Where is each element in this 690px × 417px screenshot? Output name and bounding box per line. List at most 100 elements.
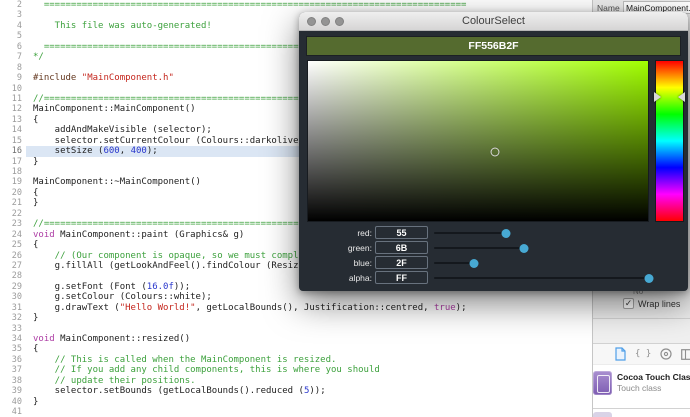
line-number[interactable]: 20 bbox=[0, 188, 22, 198]
saturation-brightness-picker[interactable] bbox=[307, 60, 649, 222]
code-line[interactable]: 39 selector.setBounds (getLocalBounds().… bbox=[0, 386, 592, 396]
slider-thumb[interactable] bbox=[519, 243, 529, 253]
line-number[interactable]: 4 bbox=[0, 21, 22, 31]
line-number[interactable]: 14 bbox=[0, 125, 22, 135]
line-number[interactable]: 16 bbox=[0, 146, 22, 156]
line-number[interactable]: 27 bbox=[0, 261, 22, 271]
line-number[interactable]: 29 bbox=[0, 282, 22, 292]
line-number[interactable]: 26 bbox=[0, 251, 22, 261]
code-snippet-icon[interactable]: { } bbox=[635, 349, 651, 359]
window-titlebar[interactable]: ColourSelect bbox=[299, 12, 688, 31]
code-line[interactable]: 38 // update their positions. bbox=[0, 376, 592, 386]
red-slider-row: red: 55 bbox=[299, 226, 688, 239]
code-line[interactable]: 41 bbox=[0, 407, 592, 417]
line-number[interactable]: 33 bbox=[0, 324, 22, 334]
library-tab-bar: { } bbox=[593, 344, 690, 364]
slider-track[interactable] bbox=[434, 243, 649, 253]
code-text: } bbox=[33, 313, 39, 324]
line-number[interactable]: 37 bbox=[0, 365, 22, 375]
code-line[interactable]: 34 void MainComponent::resized() bbox=[0, 334, 592, 344]
code-line[interactable]: 37 // If you add any child components, t… bbox=[0, 365, 592, 375]
line-number[interactable]: 21 bbox=[0, 198, 22, 208]
line-number[interactable]: 24 bbox=[0, 230, 22, 240]
code-text: { bbox=[33, 344, 39, 355]
code-line[interactable]: 35 { bbox=[0, 344, 592, 354]
line-number[interactable]: 25 bbox=[0, 240, 22, 250]
slider-value-box[interactable]: 2F bbox=[375, 256, 428, 269]
code-line[interactable]: 31 g.drawText ("Hello World!", getLocalB… bbox=[0, 303, 592, 313]
line-number[interactable]: 40 bbox=[0, 397, 22, 407]
divider bbox=[593, 408, 690, 409]
slider-thumb[interactable] bbox=[501, 228, 511, 238]
code-text: void MainComponent::resized() bbox=[33, 334, 191, 344]
panel-section bbox=[593, 319, 690, 343]
line-number[interactable]: 41 bbox=[0, 407, 22, 417]
line-number[interactable]: 8 bbox=[0, 63, 22, 73]
line-number[interactable]: 17 bbox=[0, 157, 22, 167]
hue-marker-right[interactable] bbox=[678, 92, 685, 103]
line-number[interactable]: 30 bbox=[0, 292, 22, 302]
layout-icon[interactable] bbox=[681, 348, 690, 360]
line-number[interactable]: 15 bbox=[0, 136, 22, 146]
slider-track[interactable] bbox=[434, 258, 649, 268]
code-line[interactable]: 33 bbox=[0, 324, 592, 334]
wrap-lines-checkbox[interactable]: ✓ bbox=[623, 298, 634, 309]
media-icon[interactable] bbox=[660, 348, 672, 360]
wrap-lines-setting: ✓ Wrap lines bbox=[623, 297, 680, 310]
code-line[interactable]: 2 ======================================… bbox=[0, 0, 592, 10]
slider-thumb[interactable] bbox=[644, 273, 654, 283]
code-text: g.drawText ("Hello World!", getLocalBoun… bbox=[33, 302, 467, 313]
line-number[interactable]: 13 bbox=[0, 115, 22, 125]
line-number[interactable]: 32 bbox=[0, 313, 22, 323]
line-number[interactable]: 36 bbox=[0, 355, 22, 365]
blue-slider-row: blue: 2F bbox=[299, 256, 688, 269]
line-number[interactable]: 5 bbox=[0, 31, 22, 41]
line-number[interactable]: 23 bbox=[0, 219, 22, 229]
line-number[interactable]: 19 bbox=[0, 177, 22, 187]
line-number[interactable]: 28 bbox=[0, 271, 22, 281]
line-number[interactable]: 22 bbox=[0, 209, 22, 219]
line-number[interactable]: 2 bbox=[0, 0, 22, 10]
slider-value-box[interactable]: 6B bbox=[375, 241, 428, 254]
slider-track[interactable] bbox=[434, 273, 654, 283]
code-line[interactable]: 40} bbox=[0, 397, 592, 407]
colour-hex-value[interactable]: FF556B2F bbox=[468, 40, 518, 52]
line-number[interactable]: 6 bbox=[0, 42, 22, 52]
hue-marker-left[interactable] bbox=[654, 92, 661, 103]
file-template-icon[interactable] bbox=[615, 347, 626, 361]
code-line[interactable]: 30 g.setColour (Colours::white); bbox=[0, 292, 592, 302]
alpha-slider-row: alpha: FF bbox=[299, 271, 688, 284]
slider-fill bbox=[434, 247, 525, 249]
line-number[interactable]: 39 bbox=[0, 386, 22, 396]
line-number[interactable]: 9 bbox=[0, 73, 22, 83]
colour-select-window: ColourSelect FF556B2F red: 55 green: 6B blue… bbox=[299, 12, 688, 291]
code-text: // update their positions. bbox=[33, 375, 196, 386]
line-number[interactable]: 34 bbox=[0, 334, 22, 344]
line-number[interactable]: 3 bbox=[0, 10, 22, 20]
code-text: } bbox=[33, 396, 39, 407]
line-number[interactable]: 31 bbox=[0, 303, 22, 313]
line-number[interactable]: 11 bbox=[0, 94, 22, 104]
line-number[interactable]: 38 bbox=[0, 376, 22, 386]
library-item-subtitle: Touch class bbox=[617, 383, 662, 393]
slider-thumb[interactable] bbox=[469, 258, 479, 268]
screen: 2 ======================================… bbox=[0, 0, 690, 417]
line-number[interactable]: 12 bbox=[0, 104, 22, 114]
slider-fill bbox=[434, 277, 649, 279]
line-number[interactable]: 18 bbox=[0, 167, 22, 177]
library-item-title[interactable]: Cocoa Touch Class - A bbox=[617, 372, 690, 382]
slider-value-box[interactable]: 55 bbox=[375, 226, 428, 239]
slider-track[interactable] bbox=[434, 228, 649, 238]
line-number[interactable]: 10 bbox=[0, 84, 22, 94]
slider-value-box[interactable]: FF bbox=[375, 271, 428, 284]
code-line[interactable]: 32} bbox=[0, 313, 592, 323]
hue-slider[interactable] bbox=[654, 60, 685, 222]
sv-gradient bbox=[308, 61, 648, 221]
sv-marker[interactable] bbox=[490, 147, 500, 157]
code-line[interactable]: 36 // This is called when the MainCompon… bbox=[0, 355, 592, 365]
line-number[interactable]: 35 bbox=[0, 344, 22, 354]
line-number[interactable]: 7 bbox=[0, 52, 22, 62]
window-title: ColourSelect bbox=[462, 15, 525, 27]
slider-label: blue: bbox=[353, 258, 372, 268]
slider-label: alpha: bbox=[348, 273, 372, 283]
